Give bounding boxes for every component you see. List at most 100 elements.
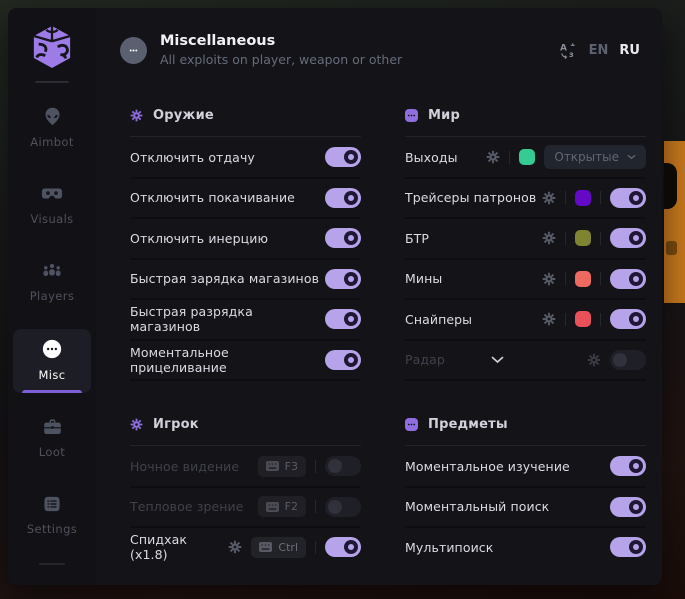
translate-icon: A з <box>559 42 578 59</box>
hotkey-label: F3 <box>285 460 298 473</box>
feature-label: Отключить инерцию <box>130 231 268 246</box>
page-titles: Miscellaneous All exploits on player, we… <box>160 33 402 67</box>
color-swatch[interactable] <box>519 149 535 165</box>
gear-icon <box>130 418 143 431</box>
feature-row: Спидхак (x1.8) Ctrl <box>130 528 361 567</box>
feature-row: Тепловое зрение F2 <box>130 488 361 529</box>
chevron-down-icon <box>627 154 636 160</box>
section-header-items: Предметы <box>405 413 646 435</box>
feature-row: Отключить покачивание <box>130 179 361 220</box>
control-separator <box>509 151 510 164</box>
control-separator <box>600 313 601 326</box>
right-column: Мир Выходы Открытые <box>405 92 646 567</box>
gear-icon[interactable] <box>486 150 500 164</box>
gear-icon[interactable] <box>542 191 556 205</box>
toggle-knob <box>629 231 643 245</box>
toggle-switch[interactable] <box>610 269 646 289</box>
toggle-knob <box>344 540 358 554</box>
hotkey-badge[interactable]: Ctrl <box>251 537 306 558</box>
section-title: Предметы <box>428 417 508 432</box>
toggle-switch[interactable] <box>325 147 361 167</box>
left-column: Оружие Отключить отдачу Отключить покачи… <box>130 92 361 567</box>
sidebar-item-settings[interactable]: Settings <box>13 485 91 547</box>
toggle-knob <box>629 191 643 205</box>
toggle-knob <box>629 500 643 514</box>
app-window: Aimbot Visuals Players <box>8 8 662 585</box>
sidebar-item-aimbot[interactable]: Aimbot <box>13 97 91 160</box>
feature-label: Моментальное прицеливание <box>130 345 325 375</box>
sidebar-item-misc[interactable]: Misc <box>13 329 91 393</box>
toggle-switch[interactable] <box>325 309 361 329</box>
toggle-switch[interactable] <box>325 228 361 248</box>
feature-label: Ночное видение <box>130 459 239 474</box>
toggle-switch[interactable] <box>610 456 646 476</box>
active-tab-indicator <box>22 390 82 393</box>
sidebar-item-visuals[interactable]: Visuals <box>13 175 91 237</box>
control-separator <box>565 272 566 285</box>
feature-row: Снайперы <box>405 300 646 341</box>
toggle-switch[interactable] <box>325 537 361 557</box>
feature-label: Мультипоиск <box>405 540 493 555</box>
lang-ru-button[interactable]: RU <box>619 43 640 58</box>
badge-dots-icon <box>405 109 418 122</box>
toggle-knob <box>344 353 358 367</box>
toggle-knob <box>328 500 342 514</box>
sidebar-divider <box>35 81 69 83</box>
gear-icon[interactable] <box>587 353 601 367</box>
gear-icon[interactable] <box>228 540 242 554</box>
toggle-switch[interactable] <box>610 537 646 557</box>
sidebar-item-loot[interactable]: Loot <box>13 408 91 470</box>
sidebar-item-players[interactable]: Players <box>13 252 91 314</box>
keyboard-icon <box>266 461 279 471</box>
color-swatch[interactable] <box>575 311 591 327</box>
toggle-switch[interactable] <box>610 350 646 370</box>
toggle-switch[interactable] <box>610 188 646 208</box>
feature-row: Трейсеры патронов <box>405 179 646 220</box>
section-divider <box>405 136 646 137</box>
toggle-knob <box>344 272 358 286</box>
sidebar-item-label: Visuals <box>30 212 73 226</box>
feature-label: Моментальное изучение <box>405 459 570 474</box>
toggle-switch[interactable] <box>325 269 361 289</box>
gear-icon[interactable] <box>542 272 556 286</box>
toggle-switch[interactable] <box>610 309 646 329</box>
toggle-switch[interactable] <box>325 456 361 476</box>
sidebar-divider <box>39 563 65 565</box>
toggle-switch[interactable] <box>325 497 361 517</box>
color-swatch[interactable] <box>575 271 591 287</box>
feature-row: Отключить инерцию <box>130 219 361 260</box>
toggle-switch[interactable] <box>325 350 361 370</box>
lang-en-button[interactable]: EN <box>589 43 609 58</box>
control-separator <box>600 191 601 204</box>
toggle-knob <box>629 540 643 554</box>
ellipsis-circle-icon <box>120 37 147 64</box>
expand-chevron-icon[interactable] <box>481 356 514 364</box>
cube-logo-icon <box>31 24 73 70</box>
section-title: Мир <box>428 108 460 123</box>
toggle-knob <box>613 353 627 367</box>
alien-icon <box>42 106 63 127</box>
toggle-switch[interactable] <box>610 228 646 248</box>
feature-label: БТР <box>405 231 429 246</box>
gear-icon[interactable] <box>542 312 556 326</box>
toggle-knob <box>328 459 342 473</box>
feature-label: Быстрая зарядка магазинов <box>130 271 319 286</box>
feature-label: Мины <box>405 271 442 286</box>
toggle-switch[interactable] <box>610 497 646 517</box>
goggles-icon <box>41 184 63 204</box>
sidebar: Aimbot Visuals Players <box>8 8 96 585</box>
gear-icon <box>130 109 143 122</box>
toggle-switch[interactable] <box>325 188 361 208</box>
exits-dropdown[interactable]: Открытые <box>544 145 646 169</box>
toggle-knob <box>344 312 358 326</box>
section-divider <box>130 136 361 137</box>
gear-icon[interactable] <box>542 231 556 245</box>
feature-row: Моментальное изучение <box>405 447 646 488</box>
color-swatch[interactable] <box>575 190 591 206</box>
hotkey-badge[interactable]: F2 <box>258 496 306 517</box>
feature-label: Моментальный поиск <box>405 499 549 514</box>
color-swatch[interactable] <box>575 230 591 246</box>
hotkey-badge[interactable]: F3 <box>258 456 306 477</box>
feature-row: Моментальное прицеливание <box>130 341 361 382</box>
control-separator <box>315 500 316 513</box>
